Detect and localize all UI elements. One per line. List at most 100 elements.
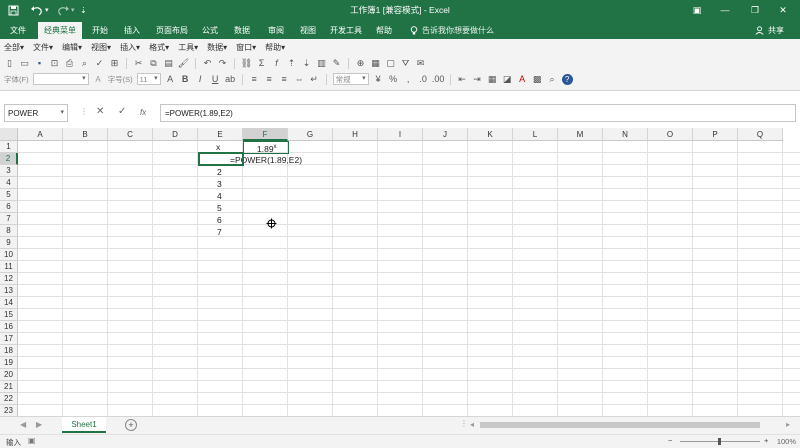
borders-icon[interactable]: ▦ bbox=[487, 74, 498, 85]
tab-split-grip-icon[interactable]: ⋮ bbox=[460, 419, 468, 428]
tab-view[interactable]: 视图 bbox=[294, 22, 322, 39]
number-format-combo[interactable]: 常规 bbox=[332, 73, 369, 85]
menu-view[interactable]: 视图▾ bbox=[91, 42, 111, 54]
filter-icon[interactable]: ⛛ bbox=[400, 58, 411, 69]
cell-E5[interactable]: 4 bbox=[217, 190, 222, 202]
cell-E7[interactable]: 6 bbox=[217, 214, 222, 226]
maximize-button[interactable]: ❐ bbox=[748, 3, 762, 17]
open-folder-icon[interactable]: ▭ bbox=[19, 58, 30, 69]
cell-E6[interactable]: 5 bbox=[217, 202, 222, 214]
decrease-indent-icon[interactable]: ⇤ bbox=[457, 74, 468, 85]
comment-icon[interactable]: ✉ bbox=[415, 58, 426, 69]
find-icon[interactable]: ⌕ bbox=[547, 74, 558, 85]
align-center-icon[interactable]: ≡ bbox=[264, 74, 275, 85]
row-header-10[interactable]: 10 bbox=[0, 249, 18, 261]
cell-E8[interactable]: 7 bbox=[217, 226, 222, 238]
sheet-tab-sheet1[interactable]: Sheet1 bbox=[62, 417, 106, 433]
redo-toolbar-icon[interactable]: ↷ bbox=[217, 58, 228, 69]
tab-help[interactable]: 帮助 bbox=[370, 22, 398, 39]
column-header-G[interactable]: G bbox=[288, 128, 333, 141]
percent-icon[interactable]: % bbox=[388, 74, 399, 85]
fill-color-icon[interactable]: ◪ bbox=[502, 74, 513, 85]
add-sheet-button[interactable]: + bbox=[125, 419, 137, 431]
strikethrough-icon[interactable]: ab bbox=[225, 74, 236, 85]
menu-window[interactable]: 窗口▾ bbox=[236, 42, 256, 54]
name-box[interactable]: POWER ▾ bbox=[4, 104, 68, 122]
column-header-L[interactable]: L bbox=[513, 128, 558, 141]
underline-icon[interactable]: U bbox=[210, 74, 221, 85]
font-name-combo[interactable] bbox=[32, 73, 89, 85]
horizontal-scrollbar[interactable] bbox=[480, 421, 780, 429]
prev-sheet-icon[interactable]: ◀ bbox=[20, 420, 26, 429]
cancel-button[interactable]: ✕ bbox=[96, 106, 104, 117]
row-header-15[interactable]: 15 bbox=[0, 309, 18, 321]
tab-data[interactable]: 数据 bbox=[228, 22, 256, 39]
zoom-level[interactable]: 100% bbox=[777, 437, 796, 446]
row-header-9[interactable]: 9 bbox=[0, 237, 18, 249]
autosum-icon[interactable]: Σ bbox=[256, 58, 267, 69]
column-header-I[interactable]: I bbox=[378, 128, 423, 141]
tell-me-box[interactable]: 告诉我你想要做什么 bbox=[410, 25, 494, 36]
menu-tools[interactable]: 工具▾ bbox=[178, 42, 198, 54]
help-icon[interactable]: ? bbox=[561, 73, 573, 85]
wrap-text-icon[interactable]: ↵ bbox=[309, 74, 320, 85]
currency-icon[interactable]: ¥ bbox=[373, 74, 384, 85]
row-header-16[interactable]: 16 bbox=[0, 321, 18, 333]
hyperlink-icon[interactable]: ⛓ bbox=[241, 58, 252, 69]
chart-icon[interactable]: ▥ bbox=[316, 58, 327, 69]
decrease-decimal-icon[interactable]: .00 bbox=[432, 74, 445, 85]
close-button[interactable]: ✕ bbox=[776, 3, 790, 17]
tab-formulas[interactable]: 公式 bbox=[196, 22, 224, 39]
menu-data[interactable]: 数据▾ bbox=[207, 42, 227, 54]
menu-all[interactable]: 全部▾ bbox=[4, 42, 24, 54]
row-header-13[interactable]: 13 bbox=[0, 285, 18, 297]
row-header-3[interactable]: 3 bbox=[0, 165, 18, 177]
tab-page-layout[interactable]: 页面布局 bbox=[150, 22, 194, 39]
increase-decimal-icon[interactable]: .0 bbox=[418, 74, 429, 85]
scroll-left-icon[interactable]: ◂ bbox=[470, 420, 474, 429]
select-all-corner[interactable] bbox=[0, 128, 18, 141]
row-header-14[interactable]: 14 bbox=[0, 297, 18, 309]
tab-classic-menu[interactable]: 经典菜单 bbox=[38, 22, 82, 39]
copy-icon[interactable]: ⧉ bbox=[148, 58, 159, 69]
row-header-5[interactable]: 5 bbox=[0, 189, 18, 201]
new-file-icon[interactable]: ▯ bbox=[4, 58, 15, 69]
font-color-icon[interactable]: A bbox=[517, 74, 528, 85]
grow-font-icon[interactable]: A bbox=[165, 74, 176, 85]
row-header-20[interactable]: 20 bbox=[0, 369, 18, 381]
increase-indent-icon[interactable]: ⇥ bbox=[472, 74, 483, 85]
cell-E3[interactable]: 2 bbox=[217, 166, 222, 178]
active-cell[interactable] bbox=[198, 152, 244, 166]
row-header-7[interactable]: 7 bbox=[0, 213, 18, 225]
formula-input[interactable]: =POWER(1.89,E2) bbox=[160, 104, 796, 122]
zoom-in-button[interactable]: + bbox=[764, 436, 768, 445]
share-button[interactable]: 共享 bbox=[755, 25, 784, 36]
column-header-M[interactable]: M bbox=[558, 128, 603, 141]
table-icon[interactable]: ▦ bbox=[370, 58, 381, 69]
tab-review[interactable]: 审阅 bbox=[262, 22, 290, 39]
row-header-1[interactable]: 1 bbox=[0, 141, 18, 153]
row-header-17[interactable]: 17 bbox=[0, 333, 18, 345]
comma-style-icon[interactable]: , bbox=[403, 74, 414, 85]
zoom-icon[interactable]: ⊕ bbox=[355, 58, 366, 69]
next-sheet-icon[interactable]: ▶ bbox=[36, 420, 42, 429]
menu-insert[interactable]: 插入▾ bbox=[120, 42, 140, 54]
row-header-22[interactable]: 22 bbox=[0, 393, 18, 405]
save-toolbar-icon[interactable]: ▪ bbox=[34, 58, 45, 69]
formula-bar-grip-icon[interactable]: ⋮ bbox=[80, 107, 88, 116]
zoom-out-button[interactable]: − bbox=[668, 436, 672, 445]
insert-function-button[interactable]: fx bbox=[140, 108, 146, 117]
column-header-J[interactable]: J bbox=[423, 128, 468, 141]
border-icon[interactable]: ▢ bbox=[385, 58, 396, 69]
row-header-6[interactable]: 6 bbox=[0, 201, 18, 213]
merge-center-icon[interactable]: ⇔ bbox=[294, 74, 305, 85]
drawing-icon[interactable]: ✎ bbox=[331, 58, 342, 69]
column-header-A[interactable]: A bbox=[18, 128, 63, 141]
column-header-K[interactable]: K bbox=[468, 128, 513, 141]
row-header-11[interactable]: 11 bbox=[0, 261, 18, 273]
bold-icon[interactable]: B bbox=[180, 74, 191, 85]
column-header-N[interactable]: N bbox=[603, 128, 648, 141]
column-header-Q[interactable]: Q bbox=[738, 128, 783, 141]
menu-edit[interactable]: 编辑▾ bbox=[62, 42, 82, 54]
row-header-23[interactable]: 23 bbox=[0, 405, 18, 416]
